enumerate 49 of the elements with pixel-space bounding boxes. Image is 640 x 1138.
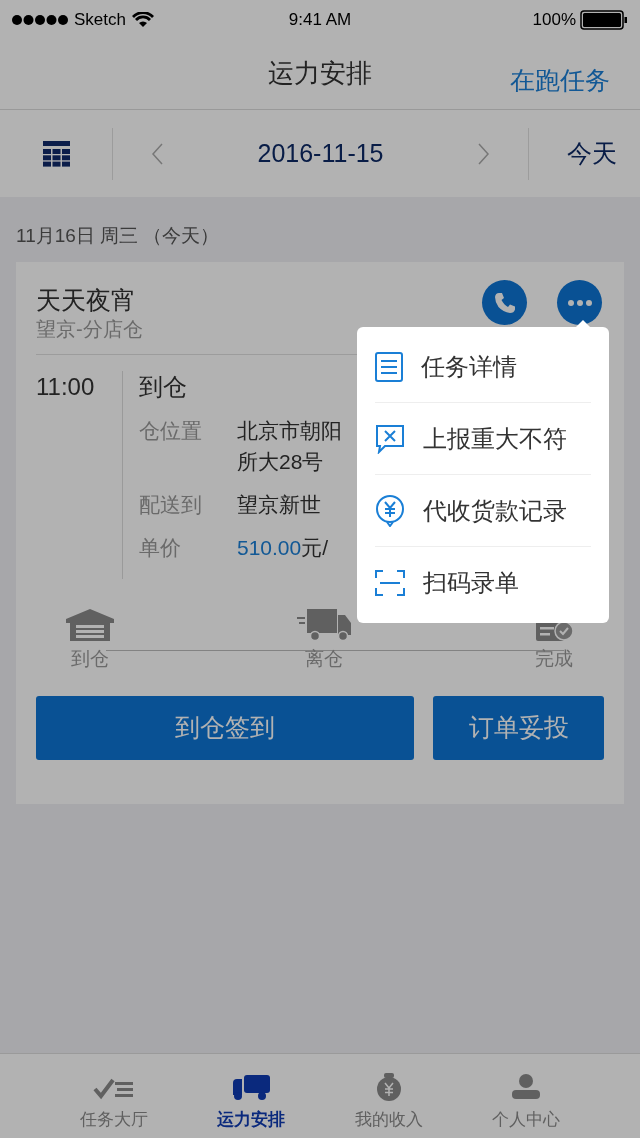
- store-name: 天天夜宵: [36, 285, 137, 316]
- running-tasks-link[interactable]: 在跑任务: [510, 62, 610, 100]
- menu-item[interactable]: 扫码录单: [375, 547, 591, 619]
- detail-label: 配送到: [139, 492, 203, 518]
- calendar-icon: [42, 140, 70, 167]
- detail-value: 望京新世: [237, 492, 321, 518]
- step-label: 离仓: [305, 647, 343, 671]
- today-button[interactable]: 今天: [528, 127, 640, 180]
- scan-icon: [375, 570, 405, 596]
- wifi-icon: [132, 12, 154, 28]
- menu-item[interactable]: 任务详情: [375, 331, 591, 403]
- check-in-button[interactable]: 到仓签到: [36, 695, 414, 760]
- detail-value: 北京市朝阳: [237, 418, 342, 444]
- delivered-button[interactable]: 订单妥投: [433, 695, 604, 760]
- truck-icon: [232, 1074, 271, 1101]
- task-stage: 到仓: [139, 372, 188, 402]
- battery-icon: [580, 10, 628, 30]
- detail-label: 单价: [139, 535, 182, 561]
- chevron-left-icon: [151, 142, 163, 165]
- warehouse-icon: [66, 609, 114, 641]
- unit-price: 510.00元/: [237, 535, 329, 561]
- chevron-right-icon: [478, 142, 490, 165]
- menu-item[interactable]: 代收货款记录: [375, 475, 591, 547]
- tab-bar-item[interactable]: 运力安排: [182, 1054, 320, 1138]
- detail-value: 所大28号: [237, 449, 325, 475]
- more-icon: [567, 299, 592, 306]
- step-label: 到仓: [71, 647, 109, 671]
- truck-icon: [297, 609, 351, 641]
- detail-label: 仓位置: [139, 418, 203, 444]
- task-time: 11:00: [36, 372, 96, 402]
- more-button[interactable]: [557, 280, 602, 325]
- current-date: 2016-11-15: [257, 137, 384, 169]
- page-title: 运力安排: [268, 57, 372, 90]
- signal-icon: [12, 15, 68, 25]
- tab-bar-item[interactable]: 我的收入: [320, 1054, 458, 1138]
- menu-item[interactable]: 上报重大不符: [375, 403, 591, 475]
- checklist-icon: [92, 1076, 135, 1101]
- yen-icon: [375, 494, 405, 527]
- phone-icon: [493, 291, 516, 314]
- person-icon: [510, 1072, 543, 1101]
- message-x-icon: [375, 423, 405, 454]
- warehouse-name: 望京-分店仓: [36, 317, 144, 342]
- carrier-name: Sketch: [74, 9, 126, 32]
- document-icon: [375, 351, 403, 382]
- date-heading: 11月16日 周三 （今天）: [16, 224, 221, 248]
- status-time: 9:41 AM: [287, 9, 353, 32]
- battery-percent: 100%: [532, 9, 576, 32]
- phone-button[interactable]: [482, 280, 527, 325]
- step-label: 完成: [535, 647, 573, 671]
